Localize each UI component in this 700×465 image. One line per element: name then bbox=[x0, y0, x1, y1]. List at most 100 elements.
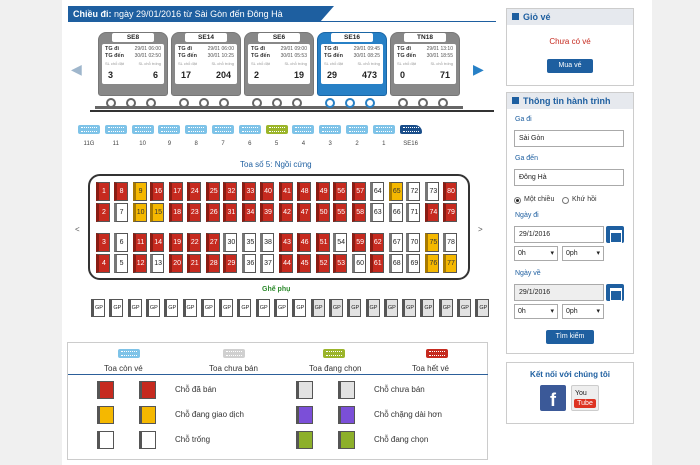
seat-15[interactable]: 15 bbox=[150, 203, 165, 222]
seat-79[interactable]: 79 bbox=[443, 203, 457, 222]
aux-seat-22[interactable]: GP bbox=[475, 299, 490, 317]
seat-45[interactable]: 45 bbox=[296, 254, 311, 273]
seat-11[interactable]: 11 bbox=[132, 233, 147, 252]
aux-seat-20[interactable]: GP bbox=[438, 299, 453, 317]
seat-3[interactable]: 3 bbox=[96, 233, 110, 252]
seat-54[interactable]: 54 bbox=[333, 233, 348, 252]
buy-ticket-button[interactable]: Mua vé bbox=[547, 59, 593, 73]
carriage-5[interactable] bbox=[265, 125, 288, 137]
seat-27[interactable]: 27 bbox=[205, 233, 220, 252]
seat-64[interactable]: 64 bbox=[369, 182, 384, 201]
from-station-input[interactable]: Sài Gòn bbox=[514, 130, 624, 147]
seat-34[interactable]: 34 bbox=[242, 203, 257, 222]
seat-7[interactable]: 7 bbox=[113, 203, 128, 222]
return-calendar-icon[interactable] bbox=[606, 284, 624, 301]
aux-seat-19[interactable]: GP bbox=[420, 299, 435, 317]
seat-19[interactable]: 19 bbox=[169, 233, 184, 252]
seat-36[interactable]: 36 bbox=[242, 254, 257, 273]
aux-seat-10[interactable]: GP bbox=[255, 299, 270, 317]
seat-28[interactable]: 28 bbox=[205, 254, 220, 273]
seat-63[interactable]: 63 bbox=[369, 203, 384, 222]
carriage-10[interactable] bbox=[131, 125, 154, 137]
seat-70[interactable]: 70 bbox=[406, 233, 421, 252]
seat-6[interactable]: 6 bbox=[113, 233, 128, 252]
facebook-icon[interactable]: f bbox=[540, 385, 566, 411]
seat-41[interactable]: 41 bbox=[279, 182, 293, 201]
aux-seat-9[interactable]: GP bbox=[237, 299, 252, 317]
seat-5[interactable]: 5 bbox=[113, 254, 128, 273]
return-hour-select[interactable]: 0h bbox=[514, 304, 558, 319]
seat-67[interactable]: 67 bbox=[388, 233, 403, 252]
seat-10[interactable]: 10 bbox=[132, 203, 147, 222]
aux-seat-18[interactable]: GP bbox=[402, 299, 417, 317]
seat-13[interactable]: 13 bbox=[150, 254, 165, 273]
next-trains-arrow-icon[interactable]: ▶ bbox=[473, 62, 484, 76]
carriage-6[interactable] bbox=[238, 125, 261, 137]
seat-43[interactable]: 43 bbox=[279, 233, 293, 252]
seat-77[interactable]: 77 bbox=[443, 254, 457, 273]
carriage-9[interactable] bbox=[158, 125, 181, 137]
seat-30[interactable]: 30 bbox=[223, 233, 238, 252]
seat-61[interactable]: 61 bbox=[369, 254, 384, 273]
seat-76[interactable]: 76 bbox=[425, 254, 440, 273]
seat-40[interactable]: 40 bbox=[260, 182, 274, 201]
aux-seat-16[interactable]: GP bbox=[365, 299, 380, 317]
roundtrip-radio[interactable] bbox=[562, 197, 569, 204]
seat-71[interactable]: 71 bbox=[406, 203, 421, 222]
seat-51[interactable]: 51 bbox=[315, 233, 330, 252]
seat-31[interactable]: 31 bbox=[223, 203, 238, 222]
aux-seat-3[interactable]: GP bbox=[127, 299, 142, 317]
return-date-input[interactable]: 29/1/2016 bbox=[514, 284, 604, 301]
seat-25[interactable]: 25 bbox=[205, 182, 220, 201]
seat-73[interactable]: 73 bbox=[425, 182, 440, 201]
carriage-11g[interactable] bbox=[78, 125, 100, 137]
aux-seat-8[interactable]: GP bbox=[219, 299, 234, 317]
train-se6[interactable]: SE6 TG đi 29/01 09:00 TG đến 30/01 05:53 SL c… bbox=[241, 32, 317, 112]
seat-20[interactable]: 20 bbox=[169, 254, 184, 273]
seat-8[interactable]: 8 bbox=[113, 182, 128, 201]
seat-50[interactable]: 50 bbox=[315, 203, 330, 222]
aux-seat-21[interactable]: GP bbox=[457, 299, 471, 317]
aux-seat-4[interactable]: GP bbox=[145, 299, 160, 317]
seat-52[interactable]: 52 bbox=[315, 254, 330, 273]
seat-58[interactable]: 58 bbox=[352, 203, 367, 222]
seat-17[interactable]: 17 bbox=[169, 182, 184, 201]
aux-seat-6[interactable]: GP bbox=[182, 299, 197, 317]
prev-trains-arrow-icon[interactable]: ◀ bbox=[71, 62, 82, 76]
carriage-4[interactable] bbox=[292, 125, 315, 137]
carriage-8[interactable] bbox=[185, 125, 208, 137]
seat-47[interactable]: 47 bbox=[296, 203, 311, 222]
seat-55[interactable]: 55 bbox=[333, 203, 348, 222]
aux-seat-11[interactable]: GP bbox=[274, 299, 288, 317]
carriage-1[interactable] bbox=[372, 125, 395, 137]
seat-1[interactable]: 1 bbox=[96, 182, 110, 201]
seat-66[interactable]: 66 bbox=[388, 203, 403, 222]
seat-75[interactable]: 75 bbox=[425, 233, 440, 252]
seat-32[interactable]: 32 bbox=[223, 182, 238, 201]
carriage-11[interactable] bbox=[104, 125, 127, 137]
seat-44[interactable]: 44 bbox=[279, 254, 293, 273]
seat-56[interactable]: 56 bbox=[333, 182, 348, 201]
carriage-7[interactable] bbox=[212, 125, 234, 137]
depart-calendar-icon[interactable] bbox=[606, 226, 624, 243]
seat-60[interactable]: 60 bbox=[352, 254, 367, 273]
oneway-radio[interactable] bbox=[514, 197, 521, 204]
aux-seat-12[interactable]: GP bbox=[292, 299, 307, 317]
aux-seat-15[interactable]: GP bbox=[347, 299, 362, 317]
seat-26[interactable]: 26 bbox=[205, 203, 220, 222]
carriage-2[interactable] bbox=[346, 125, 368, 137]
search-button[interactable]: Tìm kiếm bbox=[546, 330, 594, 344]
seat-22[interactable]: 22 bbox=[186, 233, 201, 252]
seat-29[interactable]: 29 bbox=[223, 254, 238, 273]
seat-39[interactable]: 39 bbox=[260, 203, 274, 222]
seat-35[interactable]: 35 bbox=[242, 233, 257, 252]
seat-9[interactable]: 9 bbox=[132, 182, 147, 201]
aux-seat-7[interactable]: GP bbox=[200, 299, 215, 317]
seat-14[interactable]: 14 bbox=[150, 233, 165, 252]
aux-seat-17[interactable]: GP bbox=[383, 299, 398, 317]
seat-62[interactable]: 62 bbox=[369, 233, 384, 252]
depart-date-input[interactable]: 29/1/2016 bbox=[514, 226, 604, 243]
seat-2[interactable]: 2 bbox=[96, 203, 110, 222]
seat-33[interactable]: 33 bbox=[242, 182, 257, 201]
seat-23[interactable]: 23 bbox=[186, 203, 201, 222]
